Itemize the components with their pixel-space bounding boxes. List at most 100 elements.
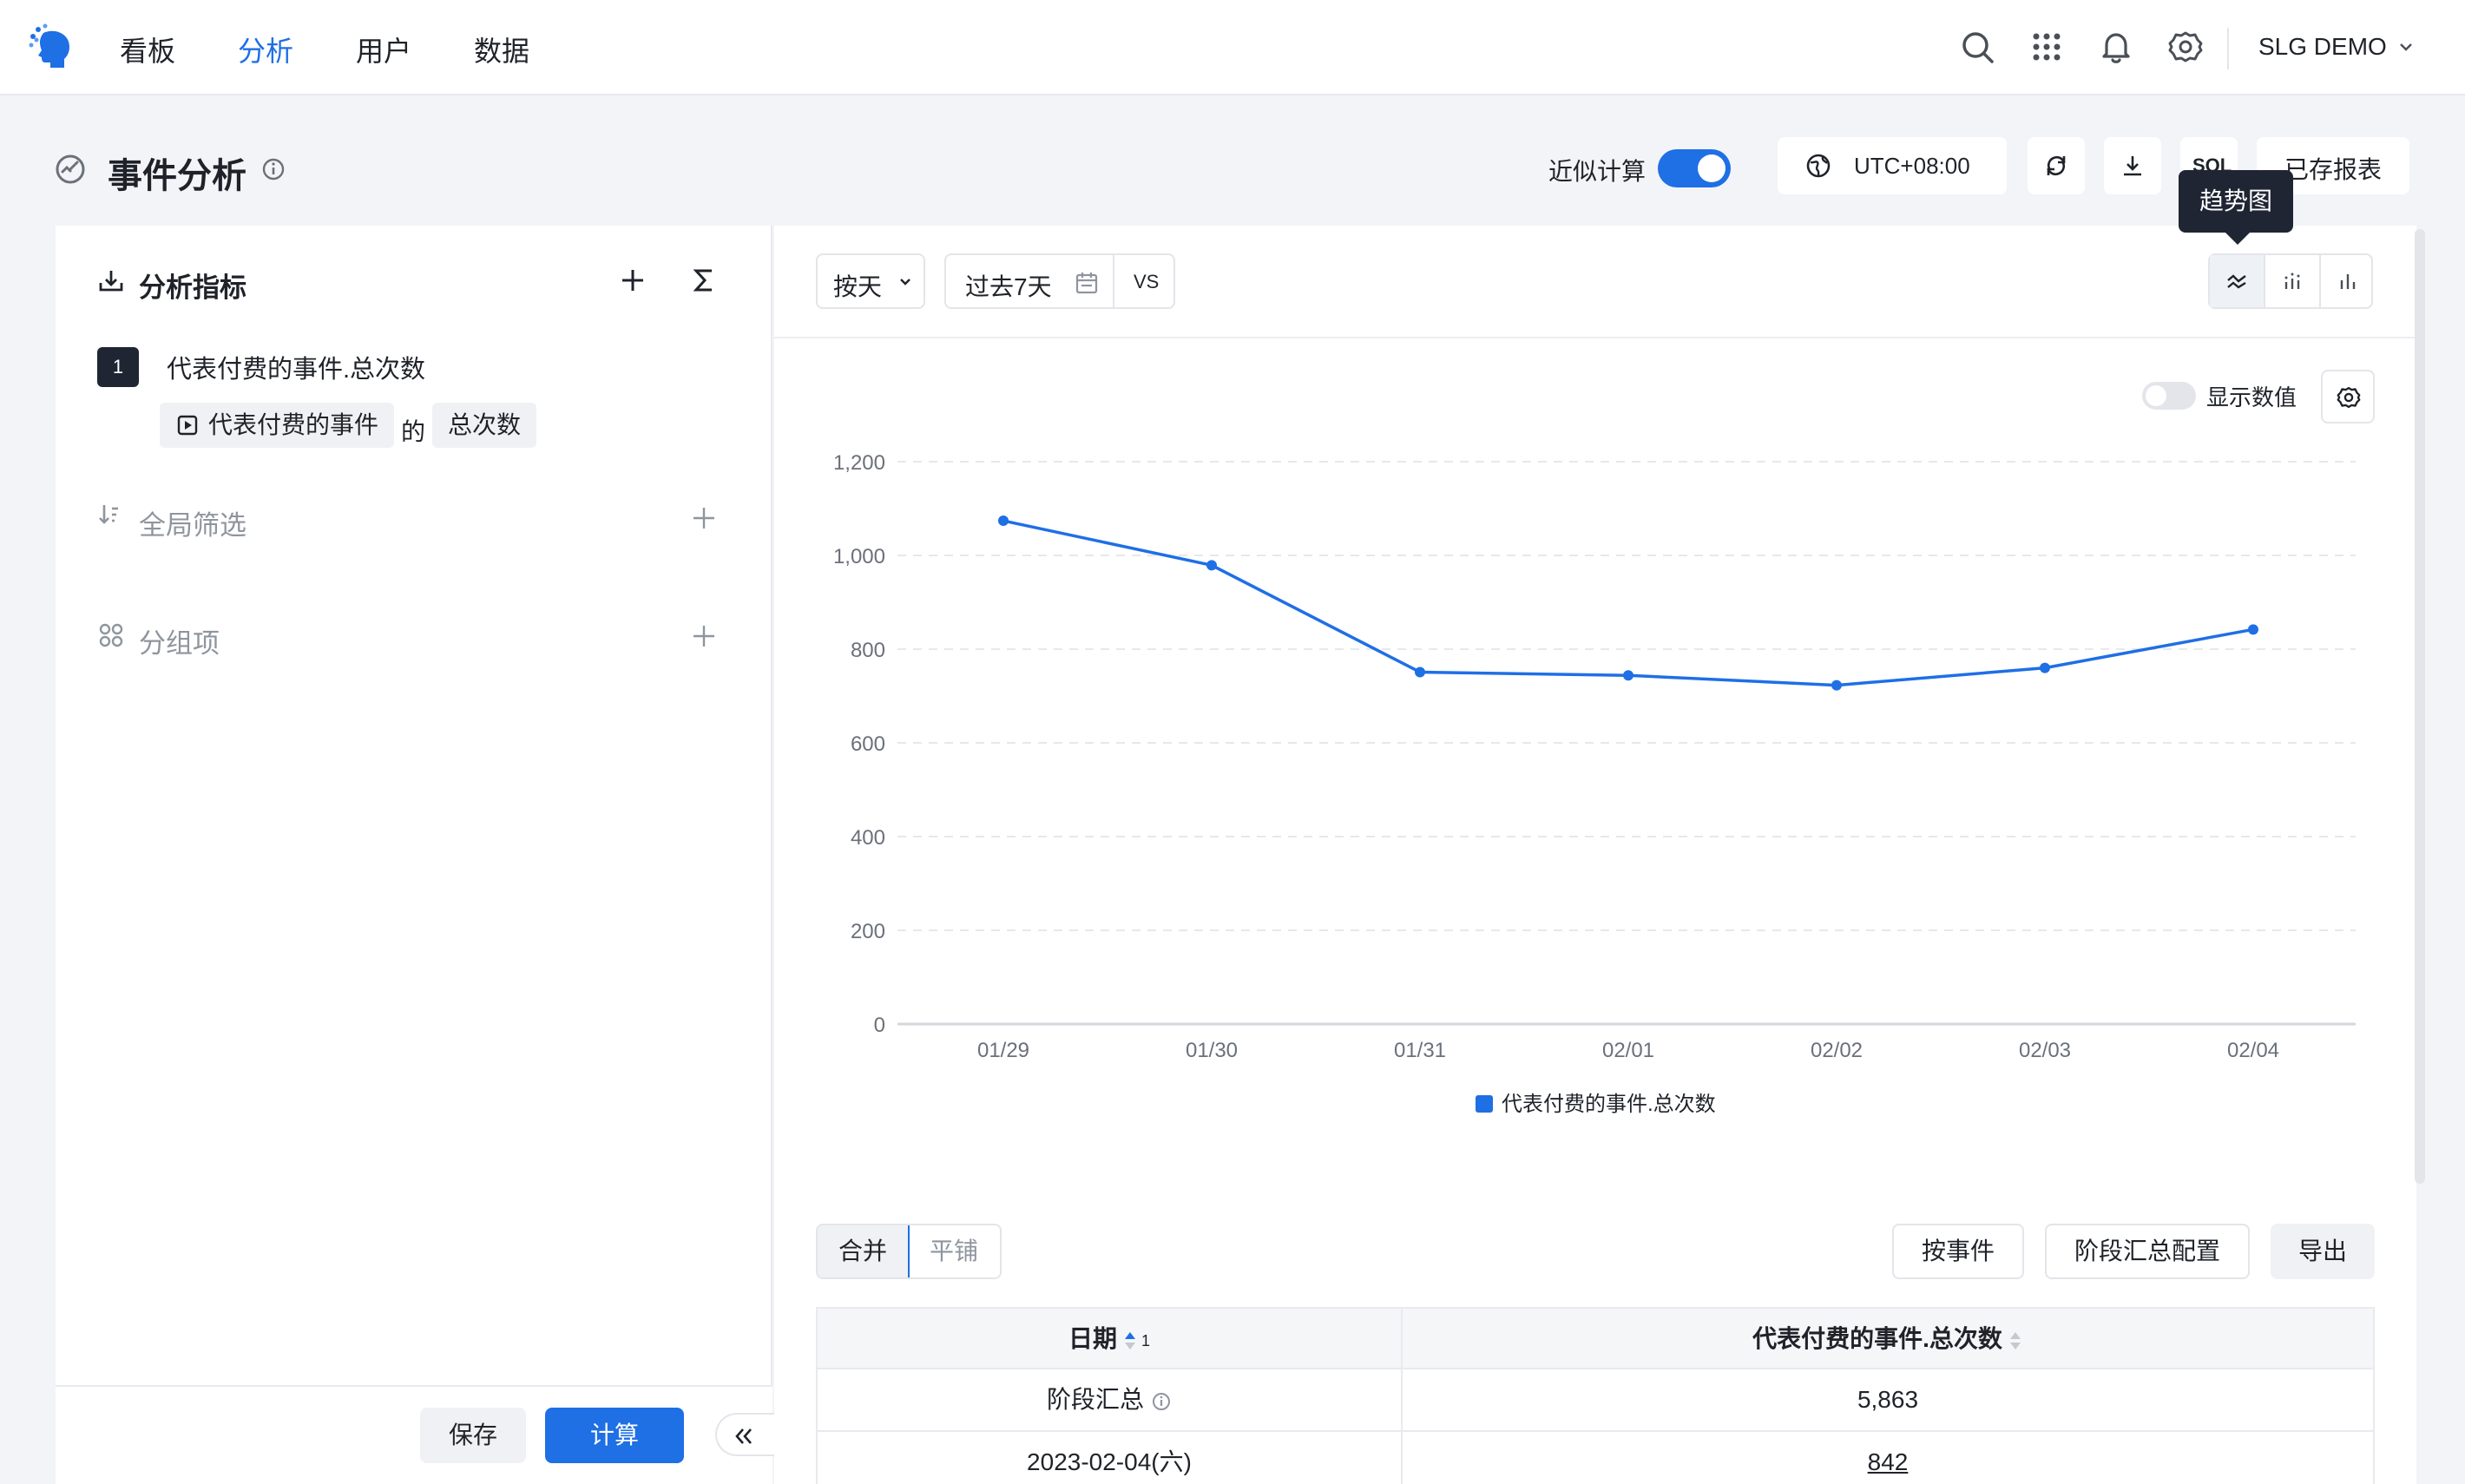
- chevron-down-icon: [900, 279, 910, 286]
- metric-header-label: 代表付费的事件.总次数: [1752, 1325, 2002, 1352]
- download-button[interactable]: [2104, 137, 2161, 194]
- toolbar-divider: [774, 337, 2416, 338]
- global-filter-title: 全局筛选: [139, 510, 246, 541]
- sort-icon[interactable]: [2008, 1330, 2023, 1352]
- trend-line-icon: [2227, 274, 2246, 289]
- of-label: 的: [401, 418, 426, 445]
- sort-icon[interactable]: [1122, 1330, 1138, 1352]
- page-title: 事件分析: [108, 157, 246, 195]
- data-point: [2248, 624, 2258, 635]
- value-link[interactable]: 842: [1868, 1448, 1909, 1475]
- info-icon[interactable]: [260, 156, 286, 182]
- sigma-icon[interactable]: [689, 266, 719, 295]
- group-by-title: 分组项: [139, 628, 220, 659]
- data-point: [1415, 666, 1425, 678]
- chart-type-bar[interactable]: [2321, 255, 2375, 307]
- date-range-value: 过去7天: [965, 273, 1052, 300]
- double-chevron-left-icon: [735, 1428, 752, 1444]
- vertical-scrollbar[interactable]: [2415, 229, 2425, 1184]
- data-point: [1623, 670, 1633, 681]
- y-tick-label: 1,200: [833, 451, 885, 475]
- left-config-panel: 分析指标 1 代表付费的事件.总次数 代表付费的事件 的 总次数 全局筛选 分组…: [56, 226, 772, 1484]
- save-button[interactable]: 保存: [420, 1408, 526, 1463]
- gear-icon[interactable]: [2166, 28, 2205, 66]
- top-navbar: 看板 分析 用户 数据 SLG DEMO: [0, 0, 2465, 95]
- nav-item-analysis[interactable]: 分析: [238, 30, 293, 69]
- nav-item-dashboard[interactable]: 看板: [120, 30, 175, 69]
- dot-bar-icon: [2284, 273, 2300, 289]
- date-header-label: 日期: [1068, 1325, 1117, 1352]
- date-range-picker[interactable]: 过去7天: [944, 253, 1114, 309]
- metric-index-badge: 1: [97, 347, 139, 387]
- nav-item-data[interactable]: 数据: [474, 30, 529, 69]
- event-chip-label: 代表付费的事件: [208, 411, 379, 438]
- group-icon: [99, 623, 123, 647]
- export-button[interactable]: 导出: [2271, 1224, 2375, 1279]
- x-tick-label: 02/04: [2227, 1039, 2279, 1062]
- series-line: [1002, 519, 2254, 687]
- refresh-icon: [2047, 155, 2066, 176]
- refresh-button[interactable]: [2028, 137, 2085, 194]
- bell-icon[interactable]: [2097, 28, 2135, 66]
- sort-order-index: 1: [1141, 1331, 1151, 1349]
- by-event-button[interactable]: 按事件: [1892, 1224, 2024, 1279]
- x-tick-label: 01/30: [1186, 1039, 1238, 1062]
- data-point: [2040, 662, 2050, 673]
- legend-swatch: [1476, 1095, 1493, 1113]
- data-point: [1206, 560, 1217, 571]
- timezone-label: UTC+08:00: [1854, 153, 1970, 179]
- metric-name[interactable]: 代表付费的事件.总次数: [167, 349, 425, 385]
- x-tick-label: 01/29: [977, 1039, 1029, 1062]
- x-tick-label: 02/02: [1811, 1039, 1863, 1062]
- search-icon[interactable]: [1958, 28, 1996, 66]
- table-cell-date: 阶段汇总: [816, 1369, 1403, 1432]
- y-tick-label: 1,000: [833, 545, 885, 568]
- add-group-icon[interactable]: [689, 621, 719, 651]
- saved-reports-label: 已存报表: [2284, 156, 2383, 183]
- project-selector[interactable]: SLG DEMO: [2258, 33, 2387, 61]
- aggregation-chip[interactable]: 总次数: [432, 403, 536, 448]
- show-values-toggle[interactable]: [2142, 382, 2196, 410]
- tile-tab[interactable]: 平铺: [908, 1224, 1002, 1279]
- filter-sort-icon: [99, 505, 118, 524]
- stage-summary-label: 阶段汇总: [1046, 1386, 1144, 1413]
- merge-tab[interactable]: 合并: [816, 1224, 910, 1279]
- calculate-button[interactable]: 计算: [545, 1408, 684, 1463]
- apps-grid-icon[interactable]: [2028, 28, 2066, 66]
- chart-settings-button[interactable]: [2321, 370, 2375, 424]
- y-tick-label: 600: [851, 732, 885, 756]
- y-tick-label: 800: [851, 639, 885, 662]
- collapse-panel-button[interactable]: [715, 1413, 776, 1456]
- chart-type-distribution[interactable]: [2265, 255, 2319, 307]
- chevron-down-icon[interactable]: [2397, 38, 2415, 56]
- add-filter-icon[interactable]: [689, 503, 719, 533]
- date-column-header[interactable]: 日期 1: [816, 1309, 1403, 1371]
- event-icon: [177, 415, 198, 436]
- compare-label: VS: [1134, 271, 1160, 292]
- metric-column-header[interactable]: 代表付费的事件.总次数: [1403, 1309, 2375, 1371]
- y-tick-label: 200: [851, 920, 885, 943]
- granularity-select[interactable]: 按天: [816, 253, 925, 309]
- chart-type-switcher: [2208, 253, 2373, 309]
- event-chip[interactable]: 代表付费的事件: [160, 403, 394, 448]
- data-point: [998, 515, 1009, 527]
- timezone-button[interactable]: UTC+08:00: [1778, 137, 2007, 194]
- app-logo-icon[interactable]: [24, 21, 76, 73]
- nav-item-users[interactable]: 用户: [356, 30, 411, 69]
- add-metric-icon[interactable]: [618, 266, 647, 295]
- info-icon[interactable]: [1151, 1391, 1172, 1412]
- globe-icon: [1806, 154, 1831, 178]
- table-cell-value: 842: [1403, 1432, 2375, 1484]
- table-cell-date: 2023-02-04(六): [816, 1432, 1403, 1484]
- table-row: 2023-02-04(六) 842: [816, 1432, 2375, 1484]
- stage-summary-config-button[interactable]: 阶段汇总配置: [2045, 1224, 2250, 1279]
- approx-calc-toggle[interactable]: [1658, 149, 1731, 187]
- table-header-row: 日期 1 代表付费的事件.总次数: [816, 1307, 2375, 1371]
- nav-divider: [2227, 28, 2229, 69]
- chart-type-trend[interactable]: [2210, 255, 2264, 307]
- metrics-icon: [99, 271, 123, 292]
- download-icon: [2124, 156, 2141, 176]
- metrics-title: 分析指标: [139, 273, 246, 303]
- x-tick-label: 02/03: [2019, 1039, 2071, 1062]
- compare-button[interactable]: VS: [1113, 253, 1175, 309]
